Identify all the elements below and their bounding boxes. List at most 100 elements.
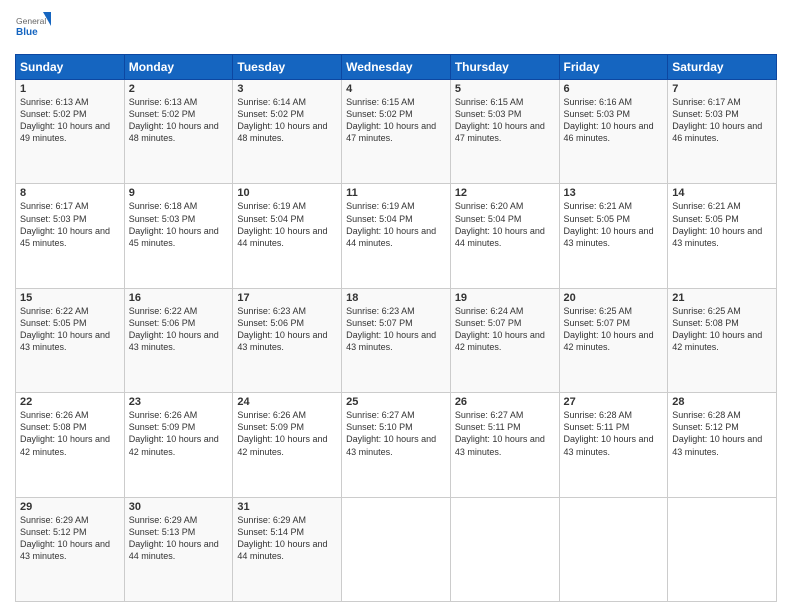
day-detail: Sunrise: 6:21 AM Sunset: 5:05 PM Dayligh… — [672, 200, 772, 249]
day-number: 19 — [455, 292, 555, 304]
week-row-4: 22 Sunrise: 6:26 AM Sunset: 5:08 PM Dayl… — [16, 393, 777, 497]
day-detail: Sunrise: 6:27 AM Sunset: 5:11 PM Dayligh… — [455, 409, 555, 458]
day-number: 23 — [129, 396, 229, 408]
day-cell: 26 Sunrise: 6:27 AM Sunset: 5:11 PM Dayl… — [450, 393, 559, 497]
day-number: 25 — [346, 396, 446, 408]
day-cell: 7 Sunrise: 6:17 AM Sunset: 5:03 PM Dayli… — [668, 80, 777, 184]
day-number: 8 — [20, 187, 120, 199]
day-cell: 12 Sunrise: 6:20 AM Sunset: 5:04 PM Dayl… — [450, 184, 559, 288]
logo: General Blue — [15, 10, 51, 46]
day-number: 5 — [455, 83, 555, 95]
day-detail: Sunrise: 6:14 AM Sunset: 5:02 PM Dayligh… — [237, 96, 337, 145]
day-cell: 15 Sunrise: 6:22 AM Sunset: 5:05 PM Dayl… — [16, 288, 125, 392]
day-cell: 31 Sunrise: 6:29 AM Sunset: 5:14 PM Dayl… — [233, 497, 342, 601]
week-row-1: 1 Sunrise: 6:13 AM Sunset: 5:02 PM Dayli… — [16, 80, 777, 184]
day-number: 30 — [129, 501, 229, 513]
day-number: 21 — [672, 292, 772, 304]
day-cell: 14 Sunrise: 6:21 AM Sunset: 5:05 PM Dayl… — [668, 184, 777, 288]
day-cell: 28 Sunrise: 6:28 AM Sunset: 5:12 PM Dayl… — [668, 393, 777, 497]
day-cell: 30 Sunrise: 6:29 AM Sunset: 5:13 PM Dayl… — [124, 497, 233, 601]
day-detail: Sunrise: 6:23 AM Sunset: 5:07 PM Dayligh… — [346, 305, 446, 354]
weekday-row: SundayMondayTuesdayWednesdayThursdayFrid… — [16, 55, 777, 80]
page: General Blue SundayMondayTuesdayWednesda… — [0, 0, 792, 612]
day-number: 22 — [20, 396, 120, 408]
day-detail: Sunrise: 6:29 AM Sunset: 5:13 PM Dayligh… — [129, 514, 229, 563]
day-detail: Sunrise: 6:29 AM Sunset: 5:14 PM Dayligh… — [237, 514, 337, 563]
day-cell: 9 Sunrise: 6:18 AM Sunset: 5:03 PM Dayli… — [124, 184, 233, 288]
calendar-header: SundayMondayTuesdayWednesdayThursdayFrid… — [16, 55, 777, 80]
day-cell: 18 Sunrise: 6:23 AM Sunset: 5:07 PM Dayl… — [342, 288, 451, 392]
day-number: 7 — [672, 83, 772, 95]
week-row-2: 8 Sunrise: 6:17 AM Sunset: 5:03 PM Dayli… — [16, 184, 777, 288]
day-cell: 3 Sunrise: 6:14 AM Sunset: 5:02 PM Dayli… — [233, 80, 342, 184]
day-detail: Sunrise: 6:15 AM Sunset: 5:03 PM Dayligh… — [455, 96, 555, 145]
day-detail: Sunrise: 6:29 AM Sunset: 5:12 PM Dayligh… — [20, 514, 120, 563]
day-cell: 27 Sunrise: 6:28 AM Sunset: 5:11 PM Dayl… — [559, 393, 668, 497]
day-cell — [450, 497, 559, 601]
day-detail: Sunrise: 6:26 AM Sunset: 5:09 PM Dayligh… — [129, 409, 229, 458]
day-number: 1 — [20, 83, 120, 95]
day-cell: 23 Sunrise: 6:26 AM Sunset: 5:09 PM Dayl… — [124, 393, 233, 497]
day-cell: 5 Sunrise: 6:15 AM Sunset: 5:03 PM Dayli… — [450, 80, 559, 184]
day-detail: Sunrise: 6:25 AM Sunset: 5:07 PM Dayligh… — [564, 305, 664, 354]
week-row-3: 15 Sunrise: 6:22 AM Sunset: 5:05 PM Dayl… — [16, 288, 777, 392]
day-cell — [342, 497, 451, 601]
day-detail: Sunrise: 6:22 AM Sunset: 5:06 PM Dayligh… — [129, 305, 229, 354]
day-number: 13 — [564, 187, 664, 199]
day-cell: 19 Sunrise: 6:24 AM Sunset: 5:07 PM Dayl… — [450, 288, 559, 392]
day-number: 6 — [564, 83, 664, 95]
day-detail: Sunrise: 6:27 AM Sunset: 5:10 PM Dayligh… — [346, 409, 446, 458]
weekday-header-friday: Friday — [559, 55, 668, 80]
weekday-header-thursday: Thursday — [450, 55, 559, 80]
day-number: 20 — [564, 292, 664, 304]
day-detail: Sunrise: 6:17 AM Sunset: 5:03 PM Dayligh… — [20, 200, 120, 249]
svg-text:General: General — [16, 16, 46, 26]
day-cell: 24 Sunrise: 6:26 AM Sunset: 5:09 PM Dayl… — [233, 393, 342, 497]
day-detail: Sunrise: 6:28 AM Sunset: 5:11 PM Dayligh… — [564, 409, 664, 458]
day-cell: 10 Sunrise: 6:19 AM Sunset: 5:04 PM Dayl… — [233, 184, 342, 288]
day-number: 17 — [237, 292, 337, 304]
day-cell — [668, 497, 777, 601]
logo-svg: General Blue — [15, 10, 51, 46]
weekday-header-tuesday: Tuesday — [233, 55, 342, 80]
day-number: 4 — [346, 83, 446, 95]
day-cell: 4 Sunrise: 6:15 AM Sunset: 5:02 PM Dayli… — [342, 80, 451, 184]
day-cell: 17 Sunrise: 6:23 AM Sunset: 5:06 PM Dayl… — [233, 288, 342, 392]
day-detail: Sunrise: 6:18 AM Sunset: 5:03 PM Dayligh… — [129, 200, 229, 249]
day-cell: 21 Sunrise: 6:25 AM Sunset: 5:08 PM Dayl… — [668, 288, 777, 392]
day-detail: Sunrise: 6:24 AM Sunset: 5:07 PM Dayligh… — [455, 305, 555, 354]
day-cell: 2 Sunrise: 6:13 AM Sunset: 5:02 PM Dayli… — [124, 80, 233, 184]
svg-text:Blue: Blue — [16, 27, 38, 38]
day-cell: 13 Sunrise: 6:21 AM Sunset: 5:05 PM Dayl… — [559, 184, 668, 288]
day-detail: Sunrise: 6:25 AM Sunset: 5:08 PM Dayligh… — [672, 305, 772, 354]
day-number: 2 — [129, 83, 229, 95]
day-number: 18 — [346, 292, 446, 304]
day-cell — [559, 497, 668, 601]
day-detail: Sunrise: 6:21 AM Sunset: 5:05 PM Dayligh… — [564, 200, 664, 249]
calendar-body: 1 Sunrise: 6:13 AM Sunset: 5:02 PM Dayli… — [16, 80, 777, 602]
weekday-header-sunday: Sunday — [16, 55, 125, 80]
day-number: 28 — [672, 396, 772, 408]
day-cell: 16 Sunrise: 6:22 AM Sunset: 5:06 PM Dayl… — [124, 288, 233, 392]
day-number: 27 — [564, 396, 664, 408]
day-number: 3 — [237, 83, 337, 95]
day-number: 9 — [129, 187, 229, 199]
day-number: 14 — [672, 187, 772, 199]
day-cell: 11 Sunrise: 6:19 AM Sunset: 5:04 PM Dayl… — [342, 184, 451, 288]
day-cell: 1 Sunrise: 6:13 AM Sunset: 5:02 PM Dayli… — [16, 80, 125, 184]
day-number: 29 — [20, 501, 120, 513]
day-cell: 20 Sunrise: 6:25 AM Sunset: 5:07 PM Dayl… — [559, 288, 668, 392]
day-detail: Sunrise: 6:28 AM Sunset: 5:12 PM Dayligh… — [672, 409, 772, 458]
day-detail: Sunrise: 6:17 AM Sunset: 5:03 PM Dayligh… — [672, 96, 772, 145]
day-detail: Sunrise: 6:13 AM Sunset: 5:02 PM Dayligh… — [129, 96, 229, 145]
header: General Blue — [15, 10, 777, 46]
day-cell: 25 Sunrise: 6:27 AM Sunset: 5:10 PM Dayl… — [342, 393, 451, 497]
day-number: 10 — [237, 187, 337, 199]
day-cell: 6 Sunrise: 6:16 AM Sunset: 5:03 PM Dayli… — [559, 80, 668, 184]
day-detail: Sunrise: 6:19 AM Sunset: 5:04 PM Dayligh… — [237, 200, 337, 249]
day-detail: Sunrise: 6:26 AM Sunset: 5:09 PM Dayligh… — [237, 409, 337, 458]
day-cell: 8 Sunrise: 6:17 AM Sunset: 5:03 PM Dayli… — [16, 184, 125, 288]
weekday-header-saturday: Saturday — [668, 55, 777, 80]
calendar-table: SundayMondayTuesdayWednesdayThursdayFrid… — [15, 54, 777, 602]
day-number: 15 — [20, 292, 120, 304]
